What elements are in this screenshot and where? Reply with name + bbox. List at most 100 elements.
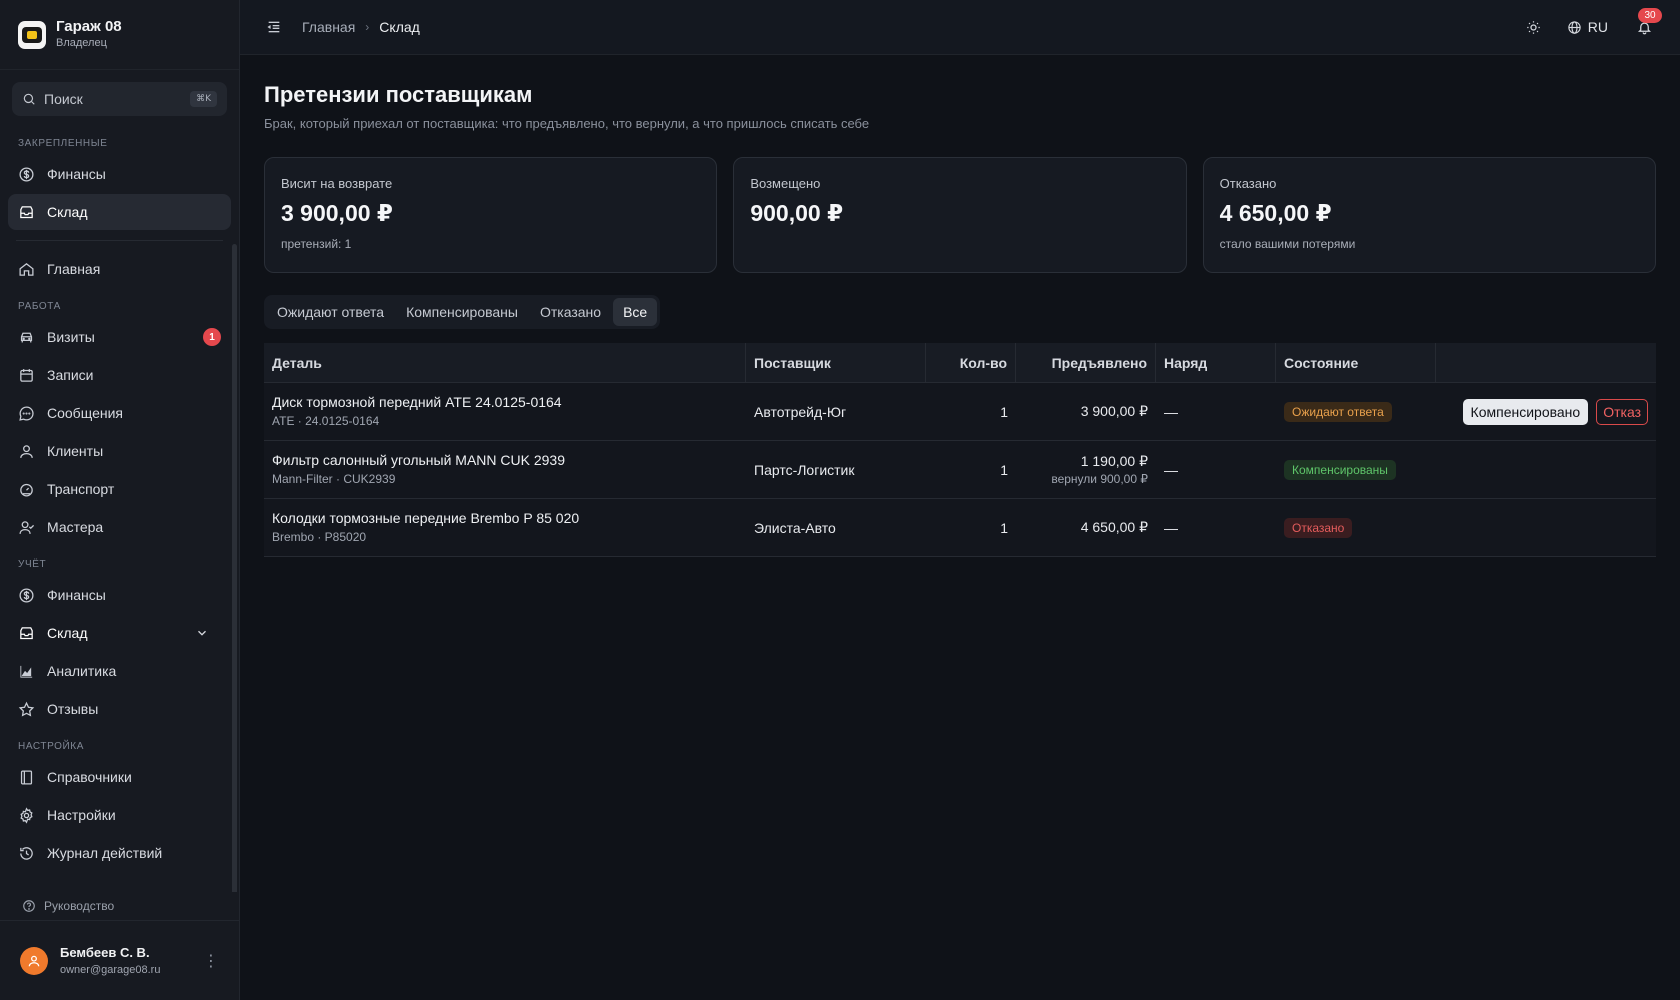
sidebar-item-label: Визиты bbox=[47, 329, 95, 345]
status-badge: Ожидают ответа bbox=[1284, 401, 1392, 422]
sidebar-item-directories[interactable]: Справочники bbox=[8, 759, 231, 795]
sidebar-item-messages[interactable]: Сообщения bbox=[8, 395, 231, 431]
breadcrumb-home[interactable]: Главная bbox=[302, 19, 355, 35]
star-icon bbox=[18, 701, 35, 717]
sidebar-item-label: Склад bbox=[47, 204, 88, 220]
avatar bbox=[20, 946, 48, 975]
column-header-supplier[interactable]: Поставщик bbox=[746, 343, 926, 382]
chevron-right-icon: › bbox=[365, 20, 370, 34]
quantity: 1 bbox=[1000, 519, 1008, 536]
table-row[interactable]: Диск тормозной передний ATE 24.0125-0164… bbox=[264, 383, 1656, 441]
summary-cards: Висит на возврате 3 900,00 ₽ претензий: … bbox=[264, 157, 1656, 273]
part-name: Колодки тормозные передние Brembo P 85 0… bbox=[272, 510, 580, 526]
status-tabs: Ожидают ответа Компенсированы Отказано В… bbox=[264, 295, 661, 329]
card-value: 900,00 ₽ bbox=[750, 200, 844, 226]
chat-icon bbox=[19, 405, 34, 421]
sidebar-item-appointments[interactable]: Записи bbox=[8, 357, 231, 393]
column-header-state[interactable]: Состояние bbox=[1276, 343, 1436, 382]
sidebar-item-activity-log[interactable]: Журнал действий bbox=[8, 835, 231, 871]
sidebar-item-label: Записи bbox=[47, 367, 94, 383]
card-value: 4 650,00 ₽ bbox=[1219, 200, 1332, 226]
globe-icon bbox=[1568, 20, 1581, 34]
box-icon bbox=[20, 205, 33, 218]
sidebar-item-clients[interactable]: Клиенты bbox=[8, 433, 231, 469]
guide-label: Руководство bbox=[44, 899, 115, 913]
card-label: Возмещено bbox=[750, 176, 821, 191]
sidebar-toggle-icon[interactable] bbox=[266, 19, 282, 35]
sidebar-item-mechanics[interactable]: Мастера bbox=[8, 509, 231, 545]
tab-compensated[interactable]: Компенсированы bbox=[396, 298, 528, 326]
gauge-icon bbox=[20, 483, 33, 497]
breadcrumb-current: Склад bbox=[379, 19, 420, 35]
page-subtitle: Брак, который приехал от поставщика: что… bbox=[264, 116, 870, 131]
sidebar-item-home[interactable]: Главная bbox=[8, 251, 231, 287]
column-header-claimed[interactable]: Предъявлено bbox=[1016, 343, 1156, 382]
history-icon bbox=[20, 846, 33, 860]
notifications-button[interactable]: 30 bbox=[1634, 8, 1662, 37]
user-icon bbox=[20, 444, 33, 458]
tab-pending[interactable]: Ожидают ответа bbox=[267, 298, 394, 326]
sidebar-item-transport[interactable]: Транспорт bbox=[8, 471, 231, 507]
search-icon bbox=[23, 93, 35, 105]
car-icon bbox=[20, 332, 33, 342]
refuse-button[interactable]: Отказ bbox=[1596, 398, 1648, 425]
user-profile[interactable]: Бембеев С. В. owner@garage08.ru ⋮ bbox=[0, 920, 239, 1000]
sidebar-item-warehouse[interactable]: Склад bbox=[8, 615, 231, 651]
topbar: Главная › Склад RU 30 bbox=[240, 0, 1680, 55]
sidebar-item-analytics[interactable]: Аналитика bbox=[8, 653, 231, 689]
breadcrumb: Главная › Склад bbox=[302, 19, 420, 35]
calendar-icon bbox=[20, 368, 33, 382]
brand-role: Владелец bbox=[56, 37, 107, 49]
sidebar-item-label: Журнал действий bbox=[47, 845, 163, 861]
brand[interactable]: Гараж 08 Владелец bbox=[0, 0, 239, 70]
tab-all[interactable]: Все bbox=[613, 298, 658, 326]
table-row[interactable]: Колодки тормозные передние Brembo P 85 0… bbox=[264, 499, 1656, 557]
search-box[interactable]: ⌘K bbox=[12, 82, 227, 116]
notifications-count-badge: 30 bbox=[1638, 8, 1662, 23]
user-icon bbox=[28, 955, 40, 966]
column-header-part[interactable]: Деталь bbox=[264, 343, 746, 382]
help-circle-icon bbox=[23, 900, 35, 912]
table-header: Деталь Поставщик Кол-во Предъявлено Наря… bbox=[264, 343, 1656, 383]
column-header-qty[interactable]: Кол-во bbox=[926, 343, 1016, 382]
card-label: Висит на возврате bbox=[281, 176, 393, 191]
search-input[interactable] bbox=[44, 91, 191, 107]
language-switcher[interactable]: RU bbox=[1567, 19, 1608, 35]
guide-link[interactable]: Руководство bbox=[0, 892, 239, 920]
sidebar-item-label: Клиенты bbox=[47, 443, 104, 459]
sidebar-scrollbar[interactable] bbox=[232, 244, 237, 892]
returned-amount: вернули 900,00 ₽ bbox=[1051, 472, 1148, 486]
row-actions bbox=[1436, 499, 1656, 556]
card-label: Отказано bbox=[1219, 176, 1277, 191]
box-icon bbox=[20, 626, 33, 639]
compensated-button[interactable]: Компенсировано bbox=[1462, 398, 1589, 425]
sidebar-item-reviews[interactable]: Отзывы bbox=[8, 691, 231, 727]
column-header-order[interactable]: Наряд bbox=[1156, 343, 1276, 382]
sidebar-item-pinned-finance[interactable]: Финансы bbox=[8, 156, 231, 192]
status-badge: Компенсированы bbox=[1284, 459, 1396, 480]
part-cell: Колодки тормозные передние Brembo P 85 0… bbox=[264, 499, 746, 556]
theme-toggle-sun-icon[interactable] bbox=[1526, 20, 1541, 35]
more-vertical-icon[interactable]: ⋮ bbox=[203, 951, 219, 971]
sidebar-item-label: Настройки bbox=[47, 807, 116, 823]
supplier-name: Элиста-Авто bbox=[754, 519, 836, 536]
column-header-actions bbox=[1436, 343, 1656, 382]
sidebar-item-finance[interactable]: Финансы bbox=[8, 577, 231, 613]
garage-logo-icon bbox=[18, 20, 46, 49]
sidebar-item-settings[interactable]: Настройки bbox=[8, 797, 231, 833]
part-name: Фильтр салонный угольный MANN CUK 2939 bbox=[272, 452, 566, 468]
tab-refused[interactable]: Отказано bbox=[530, 298, 611, 326]
dollar-circle-icon bbox=[19, 166, 34, 182]
table-row[interactable]: Фильтр салонный угольный MANN CUK 2939 M… bbox=[264, 441, 1656, 499]
sidebar: Гараж 08 Владелец ⌘K ЗАКРЕПЛЕННЫЕ Финанс… bbox=[0, 0, 240, 1000]
part-sku: ATE · 24.0125-0164 bbox=[272, 414, 380, 428]
claimed-amount: 3 900,00 ₽ bbox=[1080, 403, 1148, 419]
status-badge: Отказано bbox=[1284, 517, 1353, 538]
sidebar-item-visits[interactable]: Визиты 1 bbox=[8, 319, 231, 355]
card-refused: Отказано 4 650,00 ₽ стало вашими потерям… bbox=[1202, 157, 1656, 273]
chevron-down-icon[interactable] bbox=[195, 626, 209, 640]
part-cell: Диск тормозной передний ATE 24.0125-0164… bbox=[264, 383, 746, 440]
quantity: 1 bbox=[1000, 461, 1008, 478]
claimed-amount: 1 190,00 ₽ bbox=[1080, 453, 1148, 469]
sidebar-item-pinned-warehouse[interactable]: Склад bbox=[8, 194, 231, 230]
